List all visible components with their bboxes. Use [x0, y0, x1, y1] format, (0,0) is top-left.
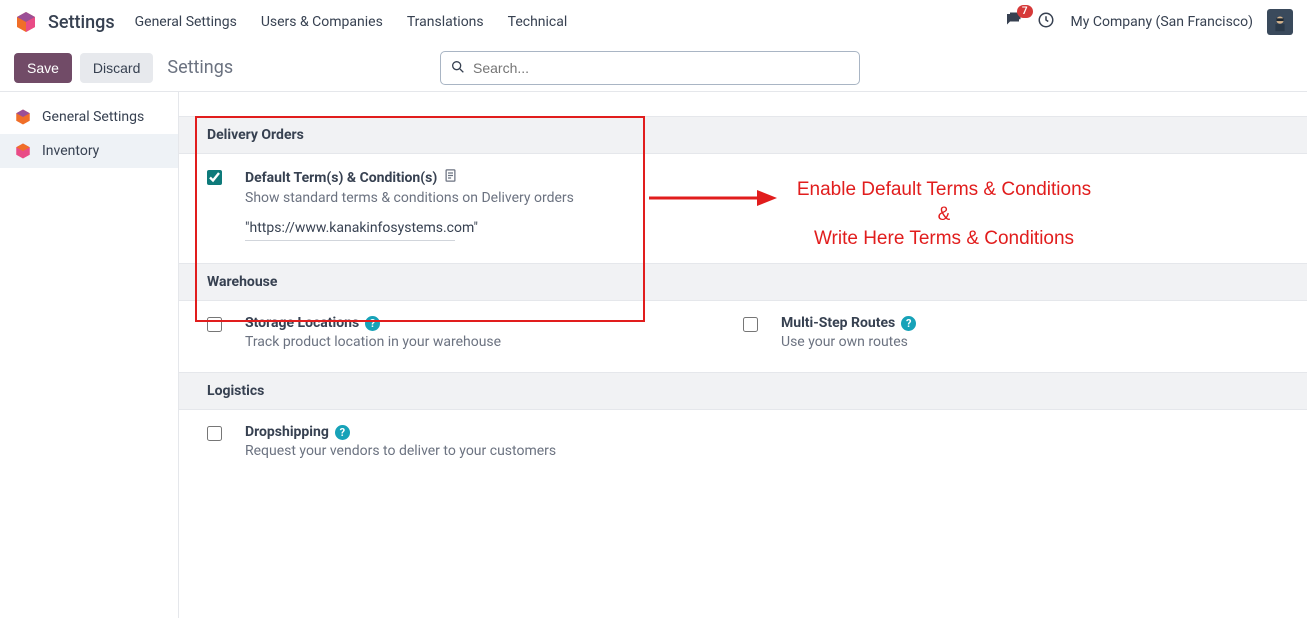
messages-badge: 7	[1017, 5, 1033, 18]
setting-desc-storage: Track product location in your warehouse	[245, 334, 743, 350]
app-title: Settings	[48, 12, 115, 33]
section-delivery-orders-body: Default Term(s) & Condition(s) Show stan…	[179, 154, 1307, 263]
document-icon[interactable]	[443, 168, 458, 187]
messages-icon[interactable]: 7	[1003, 11, 1023, 33]
checkbox-default-terms[interactable]	[207, 170, 222, 185]
sidebar-item-label: Inventory	[42, 143, 99, 159]
menu-users-companies[interactable]: Users & Companies	[261, 14, 383, 30]
setting-title-routes: Multi-Step Routes	[781, 315, 895, 331]
setting-desc-dropshipping: Request your vendors to deliver to your …	[245, 443, 743, 459]
company-selector[interactable]: My Company (San Francisco)	[1071, 14, 1253, 30]
sidebar: General Settings Inventory	[0, 92, 178, 618]
terms-input[interactable]: "https://www.kanakinfosystems.com"	[245, 220, 455, 241]
menu-general-settings[interactable]: General Settings	[135, 14, 237, 30]
section-warehouse-body: Storage Locations ? Track product locati…	[179, 301, 1307, 372]
help-icon[interactable]: ?	[365, 315, 380, 331]
setting-title-default-terms: Default Term(s) & Condition(s)	[245, 170, 437, 186]
setting-desc-default-terms: Show standard terms & conditions on Deli…	[245, 190, 647, 206]
menu-translations[interactable]: Translations	[407, 14, 484, 30]
activity-icon[interactable]	[1037, 11, 1055, 33]
box-icon	[14, 142, 32, 160]
help-icon[interactable]: ?	[335, 424, 350, 440]
setting-title-storage: Storage Locations	[245, 315, 359, 331]
breadcrumb: Settings	[167, 57, 233, 78]
main-layout: General Settings Inventory Delivery Orde…	[0, 92, 1307, 618]
gear-icon	[14, 108, 32, 126]
checkbox-dropshipping[interactable]	[207, 426, 222, 441]
help-icon[interactable]: ?	[901, 315, 916, 331]
search-input[interactable]	[440, 51, 860, 85]
setting-desc-routes: Use your own routes	[781, 334, 1279, 350]
sidebar-item-label: General Settings	[42, 109, 144, 125]
section-logistics-body: Dropshipping ? Request your vendors to d…	[179, 410, 1307, 481]
menu-technical[interactable]: Technical	[508, 14, 568, 30]
content-area[interactable]: Delivery Orders Default Term(s) & Condit…	[178, 92, 1307, 618]
section-delivery-orders-header: Delivery Orders	[179, 116, 1307, 154]
setting-title-dropshipping: Dropshipping	[245, 424, 329, 440]
checkbox-storage-locations[interactable]	[207, 317, 222, 332]
search-icon	[450, 59, 466, 79]
top-nav: Settings General Settings Users & Compan…	[0, 0, 1307, 44]
sidebar-item-inventory[interactable]: Inventory	[0, 134, 178, 168]
user-avatar[interactable]	[1267, 9, 1293, 35]
section-warehouse-header: Warehouse	[179, 263, 1307, 301]
control-bar: Save Discard Settings	[0, 44, 1307, 92]
search-wrap	[440, 51, 860, 85]
section-logistics-header: Logistics	[179, 372, 1307, 410]
save-button[interactable]: Save	[14, 53, 72, 83]
sidebar-item-general[interactable]: General Settings	[0, 100, 178, 134]
checkbox-multistep-routes[interactable]	[743, 317, 758, 332]
discard-button[interactable]: Discard	[80, 53, 153, 83]
app-logo-icon	[14, 10, 38, 34]
